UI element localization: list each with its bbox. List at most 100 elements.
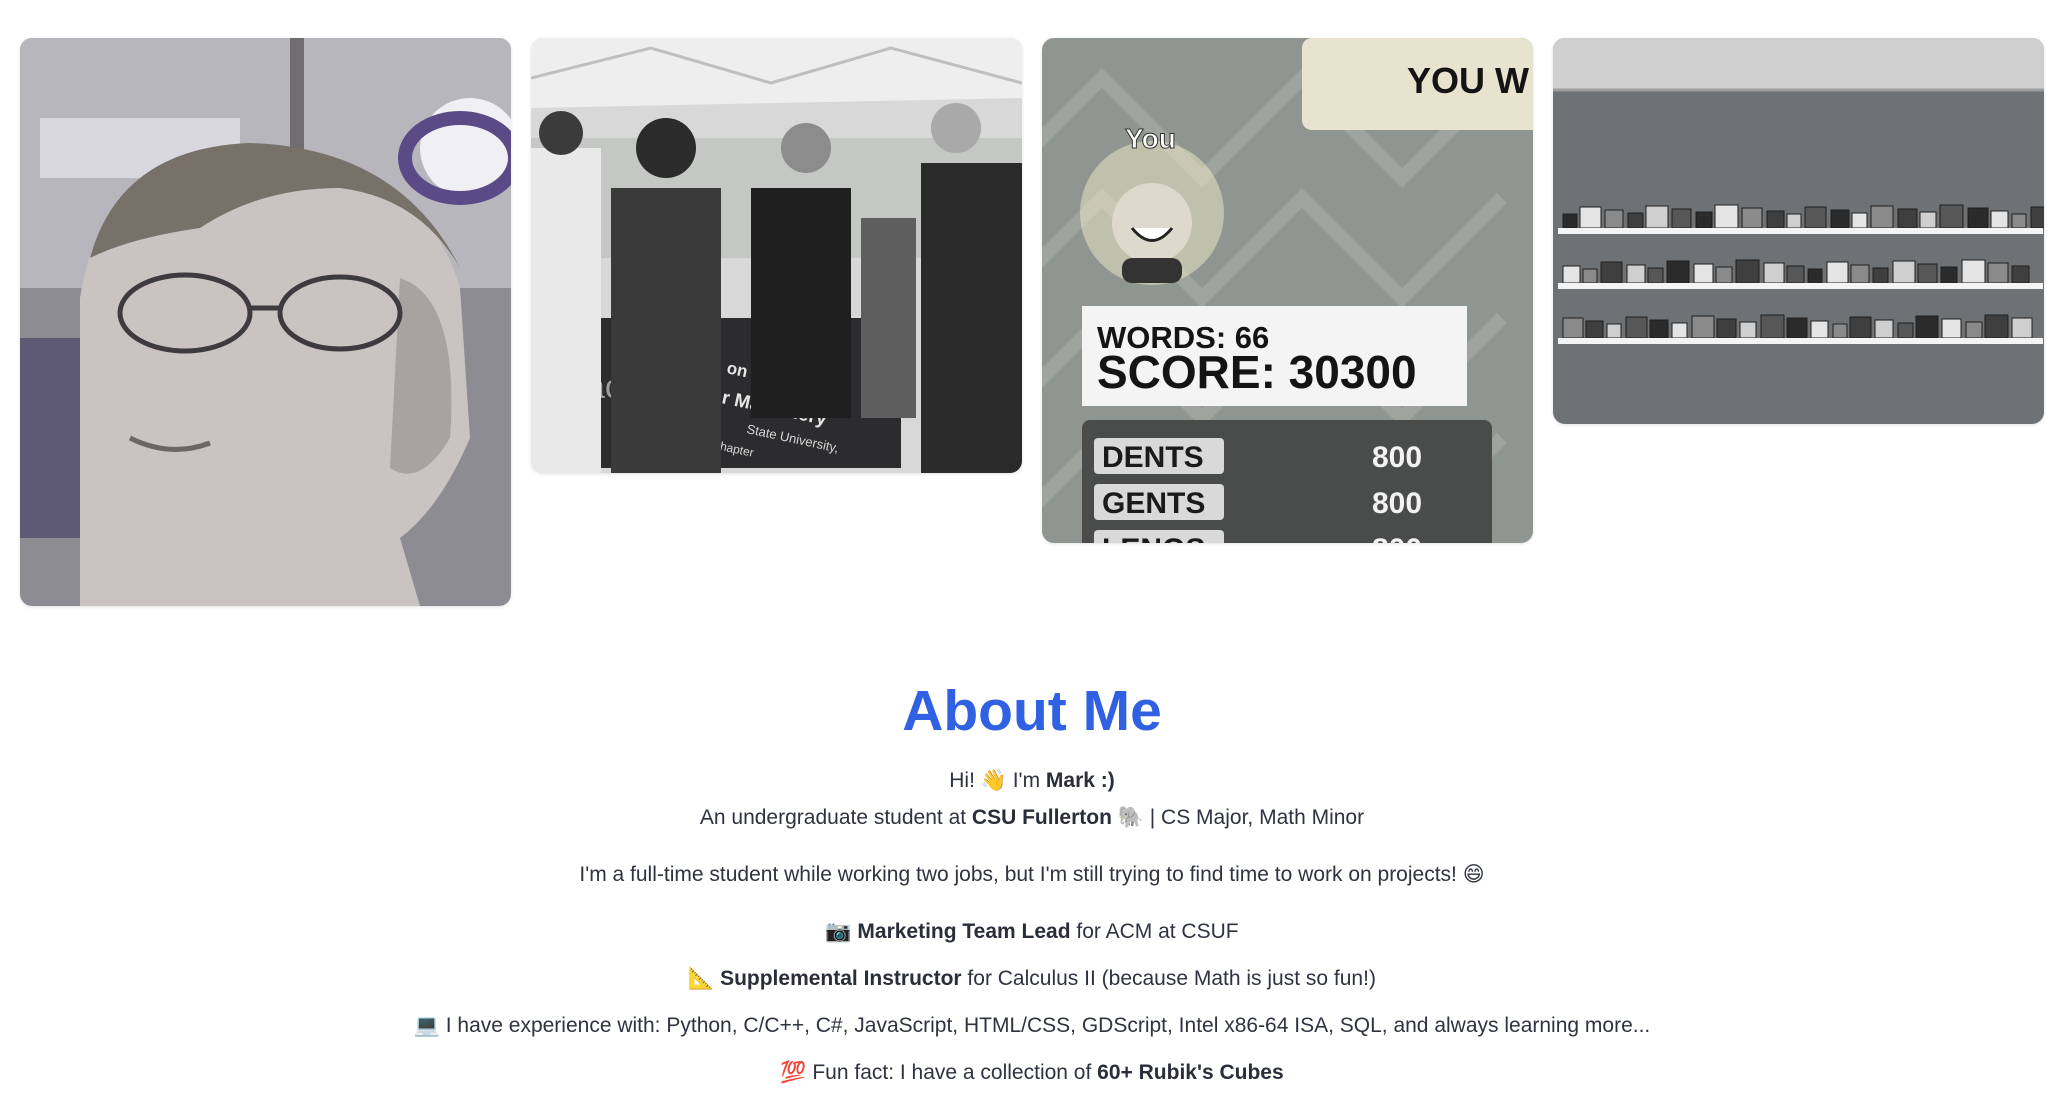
game-score-screenshot[interactable]: YOU W You WORDS: 66 SCORE: 30300 DENTS 8… bbox=[1042, 38, 1533, 543]
triangle-ruler-icon: 📐 bbox=[688, 966, 715, 990]
cube-item bbox=[1786, 213, 1802, 229]
cube-item bbox=[1897, 208, 1918, 229]
role-instructor-line: 📐 Supplemental Instructor for Calculus I… bbox=[0, 960, 2064, 997]
cube-item bbox=[1940, 266, 1958, 284]
game-row-label-3: LENGS bbox=[1102, 533, 1205, 543]
cube-item bbox=[1872, 267, 1889, 284]
game-row-value-2: 800 bbox=[1372, 487, 1422, 520]
cube-item bbox=[1627, 212, 1644, 229]
acm-booth-image: acm on for r Machinery State University,… bbox=[531, 38, 1022, 473]
cube-item bbox=[1606, 323, 1622, 339]
cube-item bbox=[2011, 317, 2033, 339]
acm-booth-photo[interactable]: acm on for r Machinery State University,… bbox=[531, 38, 1022, 473]
role-marketing-line: 📷 Marketing Team Lead for ACM at CSUF bbox=[0, 913, 2064, 950]
intro-pre: An undergraduate student at bbox=[699, 806, 972, 829]
cube-item bbox=[1716, 318, 1737, 339]
cube-item bbox=[1766, 210, 1785, 229]
cube-item bbox=[1600, 261, 1623, 284]
cube-item bbox=[1671, 322, 1688, 339]
cube-item bbox=[1626, 264, 1646, 284]
greeting-mid: I'm bbox=[1006, 769, 1046, 792]
cube-item bbox=[1585, 320, 1604, 339]
grin-icon: 😄 bbox=[1462, 862, 1485, 886]
role-marketing-title: Marketing Team Lead bbox=[857, 920, 1071, 943]
work-line: I'm a full-time student while working tw… bbox=[0, 856, 2064, 893]
cube-item bbox=[1987, 262, 2009, 284]
game-row-value-1: 800 bbox=[1372, 441, 1422, 474]
cube-item bbox=[1715, 266, 1733, 284]
cube-item bbox=[1965, 321, 1983, 339]
cube-item bbox=[1939, 204, 1964, 229]
cube-item bbox=[1579, 206, 1602, 229]
elephant-icon: 🐘 bbox=[1117, 805, 1144, 829]
laptop-icon: 💻 bbox=[413, 1013, 440, 1037]
cube-item bbox=[1961, 259, 1986, 284]
cube-item bbox=[1967, 207, 1989, 229]
cube-item bbox=[2030, 206, 2044, 229]
game-row-label-1: DENTS bbox=[1102, 441, 1204, 474]
cube-item bbox=[1874, 319, 1894, 339]
cube-item bbox=[1915, 315, 1939, 339]
role-instructor-rest: for Calculus II (because Math is just so… bbox=[961, 967, 1376, 990]
cube-item bbox=[2011, 265, 2030, 284]
cube-item bbox=[1604, 209, 1624, 229]
cube-item bbox=[1671, 208, 1692, 229]
wave-icon: 👋 bbox=[980, 768, 1007, 792]
cube-item bbox=[1786, 317, 1808, 339]
game-score: SCORE: 30300 bbox=[1097, 346, 1417, 398]
cube-item bbox=[1810, 320, 1829, 339]
photo-gallery: acm on for r Machinery State University,… bbox=[20, 38, 2044, 613]
game-banner: YOU W bbox=[1407, 60, 1529, 101]
cube-item bbox=[1990, 210, 2009, 229]
skills-text: I have experience with: Python, C/C++, C… bbox=[439, 1014, 1651, 1037]
shelf-1 bbox=[1558, 228, 2043, 234]
intro-line: An undergraduate student at CSU Fullerto… bbox=[0, 799, 2064, 836]
cube-item bbox=[1830, 209, 1850, 229]
about-title: About Me bbox=[902, 679, 1162, 743]
cube-item bbox=[1897, 322, 1914, 339]
cube-item bbox=[1832, 323, 1848, 339]
cube-item bbox=[1562, 265, 1581, 284]
cube-item bbox=[1760, 314, 1785, 339]
cube-item bbox=[1851, 212, 1868, 229]
cube-item bbox=[1562, 213, 1578, 229]
rubiks-shelves-image bbox=[1553, 38, 2044, 424]
work-text: I'm a full-time student while working tw… bbox=[579, 863, 1463, 886]
shelf-2 bbox=[1558, 283, 2043, 289]
greeting-line: Hi! 👋 I'm Mark :) bbox=[0, 762, 2064, 799]
fun-fact-bold: 60+ Rubik's Cubes bbox=[1097, 1061, 1284, 1084]
role-instructor-title: Supplemental Instructor bbox=[720, 967, 962, 990]
cube-item bbox=[1804, 206, 1827, 229]
cube-item bbox=[1582, 268, 1598, 284]
cube-item bbox=[1786, 265, 1805, 284]
camera-icon: 📷 bbox=[825, 919, 852, 943]
game-row-value-3: 800 bbox=[1372, 533, 1422, 543]
cube-item bbox=[1741, 207, 1763, 229]
skills-line: 💻 I have experience with: Python, C/C++,… bbox=[0, 1007, 2064, 1044]
cube-item bbox=[1807, 268, 1823, 284]
fun-fact-text: Fun fact: I have a collection of bbox=[806, 1061, 1098, 1084]
cube-item bbox=[1562, 317, 1584, 339]
selfie-photo[interactable] bbox=[20, 38, 511, 606]
cube-item bbox=[1919, 211, 1937, 229]
hundred-icon: 💯 bbox=[780, 1060, 807, 1084]
selfie-image bbox=[20, 38, 511, 606]
cube-item bbox=[1984, 314, 2009, 339]
cube-item bbox=[1714, 204, 1739, 229]
cube-item bbox=[1693, 263, 1714, 284]
cube-item bbox=[1666, 260, 1690, 284]
cube-item bbox=[1917, 263, 1938, 284]
cube-item bbox=[1625, 316, 1648, 339]
cube-item bbox=[1647, 267, 1664, 284]
role-marketing-rest: for ACM at CSUF bbox=[1070, 920, 1239, 943]
game-score-image: YOU W You WORDS: 66 SCORE: 30300 DENTS 8… bbox=[1042, 38, 1533, 543]
cube-item bbox=[2011, 213, 2027, 229]
cube-item bbox=[1649, 319, 1669, 339]
fun-fact-line: 💯 Fun fact: I have a collection of 60+ R… bbox=[0, 1054, 2064, 1091]
rubiks-shelves-photo[interactable] bbox=[1553, 38, 2044, 424]
intro-post: | CS Major, Math Minor bbox=[1143, 806, 1365, 829]
cube-item bbox=[1870, 205, 1894, 229]
game-row-label-2: GENTS bbox=[1102, 487, 1205, 520]
greeting-name: Mark :) bbox=[1045, 769, 1115, 792]
about-section: About Me Hi! 👋 I'm Mark :) An undergradu… bbox=[0, 670, 2064, 1091]
